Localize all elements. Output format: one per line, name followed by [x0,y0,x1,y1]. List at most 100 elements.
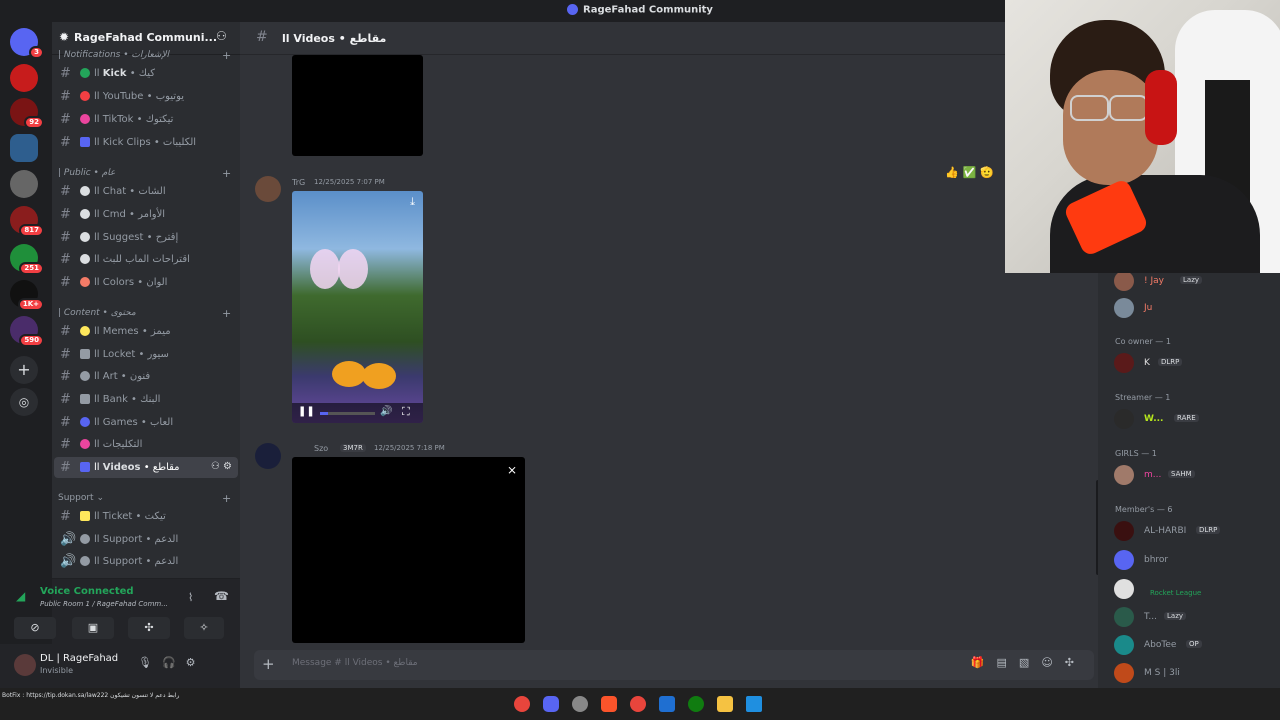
add-server-icon[interactable]: + [10,356,38,384]
category-support[interactable]: Support ⌄ + [58,492,231,505]
category-content[interactable]: | Content • محتوى + [58,307,231,320]
discord-icon[interactable] [543,696,559,712]
explore-icon[interactable]: ◎ [10,388,38,416]
home-button[interactable]: 3 [10,28,44,59]
category-notifications[interactable]: | Notifications • الإشعارات + [58,49,231,62]
server-icon[interactable]: 590 [10,316,44,347]
screen-share-button[interactable]: ▣ [72,617,114,639]
message-input[interactable]: Message # ll Videos • مقاطع [292,658,418,668]
server-icon[interactable]: 92 [10,98,44,129]
obs-icon[interactable] [572,696,588,712]
microphone-icon[interactable]: 🎙 [138,656,162,669]
gear-icon[interactable]: ⚙ [186,656,206,669]
server-icon[interactable]: 1K+ [10,280,44,311]
sticker-icon[interactable]: ▧ [1019,656,1041,669]
channel-colors[interactable]: # ll Colors • الوان [54,272,238,293]
add-channel-icon[interactable]: + [222,492,231,505]
add-channel-icon[interactable]: + [222,307,231,320]
thumbs-up-icon[interactable]: 👍 [945,166,963,179]
gif-icon[interactable]: ▤ [997,656,1019,669]
soundboard-button[interactable]: ✧ [184,617,224,639]
member-row[interactable]: T... Lazy [1114,606,1280,628]
member-row[interactable]: ! Jay Lazy [1114,270,1280,292]
chrome-icon[interactable] [630,696,646,712]
member-row[interactable]: AboTee OP [1114,634,1280,656]
member-tag: DLRP [1158,358,1183,366]
brave-icon[interactable] [601,696,617,712]
folder-icon[interactable] [717,696,733,712]
message-author[interactable]: Szo [314,444,328,453]
add-channel-icon[interactable]: + [222,49,231,62]
member-row[interactable]: Rocket League [1114,578,1280,600]
message-author[interactable]: TrG [292,178,305,187]
headphones-icon[interactable]: 🎧 [162,656,186,669]
seek-bar[interactable] [320,412,375,415]
voice-channel-support[interactable]: 🔊 ll Support • الدعم [54,529,238,550]
member-activity: Rocket League [1150,589,1202,597]
server-icon[interactable]: 817 [10,206,44,237]
channel-memes[interactable]: # ll Memes • ميمز [54,321,238,342]
channel-games[interactable]: # ll Games • العاب [54,412,238,433]
volume-icon[interactable]: 🔊 [380,406,392,417]
channel-bank[interactable]: # ll Bank • البنك [54,389,238,410]
video-attachment[interactable] [292,55,423,156]
signal-icon[interactable]: ◢ [16,589,25,603]
server-icon[interactable] [10,64,38,92]
member-row[interactable]: bhror [1114,549,1280,571]
add-attachment-icon[interactable]: + [262,655,275,673]
apps-icon[interactable]: ✣ [1065,656,1086,669]
server-icon[interactable] [10,134,38,162]
channel-chat[interactable]: # ll Chat • الشات [54,181,238,202]
channel-locket[interactable]: # ll Locket • سيور [54,344,238,365]
add-channel-icon[interactable]: + [222,167,231,180]
glasses-shape [1109,95,1148,121]
member-row[interactable]: W... RARE [1114,408,1280,430]
channel-emoji-icon [80,417,90,427]
avatar[interactable] [14,654,36,676]
camera-button[interactable]: ⊘ [14,617,56,639]
channel-kick[interactable]: # ll Kick • كيك [54,63,238,84]
gift-icon[interactable]: 🎁 [971,656,997,669]
member-row[interactable]: M S | 3li [1114,662,1280,684]
avatar[interactable] [255,443,281,469]
voice-status[interactable]: Voice Connected [40,586,134,597]
member-name: Ju [1144,303,1153,313]
member-row[interactable]: AL-HARBI DLRP [1114,520,1280,542]
channel-videos[interactable]: # ll Videos • مقاطع ⚇ ⚙ [54,457,238,478]
member-row[interactable]: Ju [1114,297,1280,319]
xbox-icon[interactable] [688,696,704,712]
video-attachment[interactable]: ⨯ [292,457,525,643]
member-row[interactable]: m... SAHM [1114,464,1280,486]
channel-settings-icon[interactable]: ⚇ ⚙ [211,461,232,472]
server-icon[interactable] [10,170,38,198]
video-player[interactable]: ⤓ ❚❚ 🔊 ⛶ [292,191,423,423]
channel-suggest[interactable]: # ll Suggest • إقترح [54,227,238,248]
channel-tiktok[interactable]: # ll TikTok • تيكتوك [54,109,238,130]
invite-icon[interactable]: ⚇ [216,29,227,43]
server-icon[interactable]: 251 [10,244,44,275]
fullscreen-icon[interactable]: ⛶ [402,405,410,419]
disconnect-icon[interactable]: ☎ [214,589,229,603]
pause-icon[interactable]: ❚❚ [298,406,315,417]
channel-map-suggestions[interactable]: # ll اقتراحات الماب للبث [54,249,238,270]
avatar[interactable] [255,176,281,202]
channel-cmd[interactable]: # ll Cmd • الأوامر [54,204,238,225]
activities-button[interactable]: ✣ [128,617,170,639]
noise-suppression-icon[interactable]: ⌇ [188,591,193,604]
voice-channel-support[interactable]: 🔊 ll Support • الدعم [54,551,238,572]
store-icon[interactable] [659,696,675,712]
smile-icon[interactable]: 🫡 [980,166,998,179]
category-public[interactable]: | Public • عام + [58,167,231,180]
check-mark-icon[interactable]: ✅ [963,166,981,179]
person-face [1063,70,1158,185]
channel-kick-clips[interactable]: # ll Kick Clips • الكليبات [54,132,238,153]
download-icon[interactable]: ⤓ [410,195,415,209]
member-row[interactable]: K DLRP [1114,352,1280,374]
channel-ticket[interactable]: # ll Ticket • تيكت [54,506,238,527]
channel-art[interactable]: # ll Art • فنون [54,366,238,387]
channel-clips[interactable]: # ll التكليجات [54,434,238,455]
chrome-icon[interactable] [514,696,530,712]
windows-icon[interactable] [746,696,762,712]
emoji-icon[interactable]: ☺ [1041,656,1064,669]
channel-youtube[interactable]: # ll YouTube • يوتيوب [54,86,238,107]
